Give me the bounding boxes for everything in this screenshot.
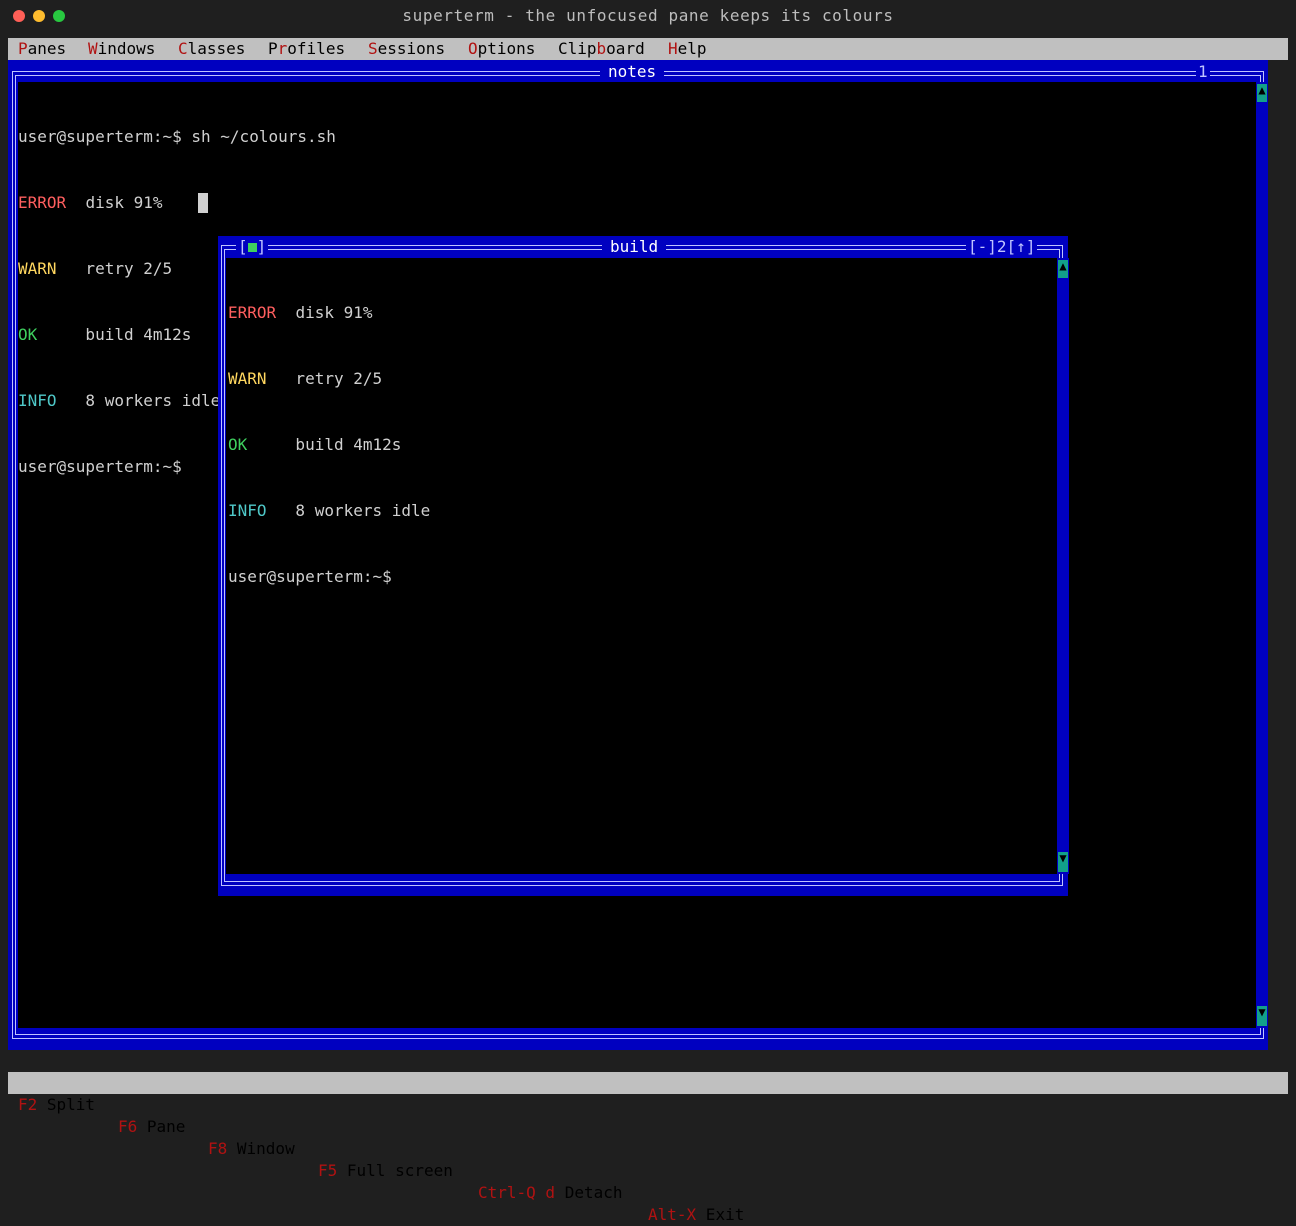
notes-pane-title: notes bbox=[600, 61, 665, 83]
notes-scroll-up-arrow-icon[interactable]: ▲ bbox=[1257, 84, 1267, 102]
build-line: OK build 4m12s bbox=[228, 435, 402, 454]
menu-options[interactable]: Options bbox=[468, 38, 535, 60]
build-maximize-button[interactable]: [↑] bbox=[1007, 237, 1036, 256]
menu-windows[interactable]: Windows bbox=[88, 38, 155, 60]
status-detach[interactable]: Ctrl-Q d Detach bbox=[478, 1182, 623, 1204]
menu-clipboard[interactable]: Clipboard bbox=[558, 38, 645, 60]
build-line: INFO 8 workers idle bbox=[228, 501, 431, 520]
notes-line: ERROR disk 91% bbox=[18, 193, 163, 212]
status-full-screen[interactable]: F5 Full screen bbox=[318, 1160, 453, 1182]
menu-classes[interactable]: Classes bbox=[178, 38, 245, 60]
menu-profiles[interactable]: Profiles bbox=[268, 38, 345, 60]
build-pane-number: 2 bbox=[996, 237, 1007, 256]
notes-line: user@superterm:~$ sh ~/colours.sh bbox=[18, 127, 336, 146]
close-box-icon bbox=[247, 243, 257, 252]
menu-panes[interactable]: Panes bbox=[18, 38, 66, 60]
build-output: ERROR disk 91% WARN retry 2/5 OK build 4… bbox=[228, 258, 430, 610]
status-split[interactable]: F2 Split bbox=[18, 1094, 95, 1116]
status-bar: F2 Split F6 Pane F8 Window F5 Full scree… bbox=[8, 1072, 1288, 1224]
menu-bar: Panes Windows Classes Profiles Sessions … bbox=[8, 38, 1288, 60]
status-window[interactable]: F8 Window bbox=[208, 1138, 295, 1160]
text-cursor bbox=[198, 193, 208, 213]
build-pane-title: build bbox=[602, 236, 667, 258]
build-line: ERROR disk 91% bbox=[228, 303, 373, 322]
status-pane[interactable]: F6 Pane bbox=[118, 1116, 185, 1138]
notes-scrollbar[interactable] bbox=[1256, 82, 1268, 1028]
notes-pane-number: 1 bbox=[1196, 61, 1210, 83]
status-exit[interactable]: Alt-X Exit bbox=[648, 1204, 744, 1226]
build-line: WARN retry 2/5 bbox=[228, 369, 383, 388]
build-prompt: user@superterm:~$ bbox=[228, 567, 392, 586]
build-pane-controls: [-]2[↑] bbox=[966, 236, 1038, 258]
build-close-button[interactable]: [] bbox=[236, 236, 269, 258]
build-scrollbar[interactable] bbox=[1057, 258, 1069, 874]
menu-help[interactable]: Help bbox=[668, 38, 707, 60]
notes-prompt: user@superterm:~$ bbox=[18, 457, 192, 476]
notes-scroll-down-arrow-icon[interactable]: ▼ bbox=[1257, 1006, 1267, 1026]
window-titlebar: superterm - the unfocused pane keeps its… bbox=[0, 0, 1296, 32]
build-scroll-down-arrow-icon[interactable]: ▼ bbox=[1058, 852, 1068, 872]
menu-sessions[interactable]: Sessions bbox=[368, 38, 445, 60]
build-minimize-button[interactable]: [-] bbox=[968, 237, 997, 256]
window-title: superterm - the unfocused pane keeps its… bbox=[402, 6, 894, 25]
build-scroll-up-arrow-icon[interactable]: ▲ bbox=[1058, 260, 1068, 278]
